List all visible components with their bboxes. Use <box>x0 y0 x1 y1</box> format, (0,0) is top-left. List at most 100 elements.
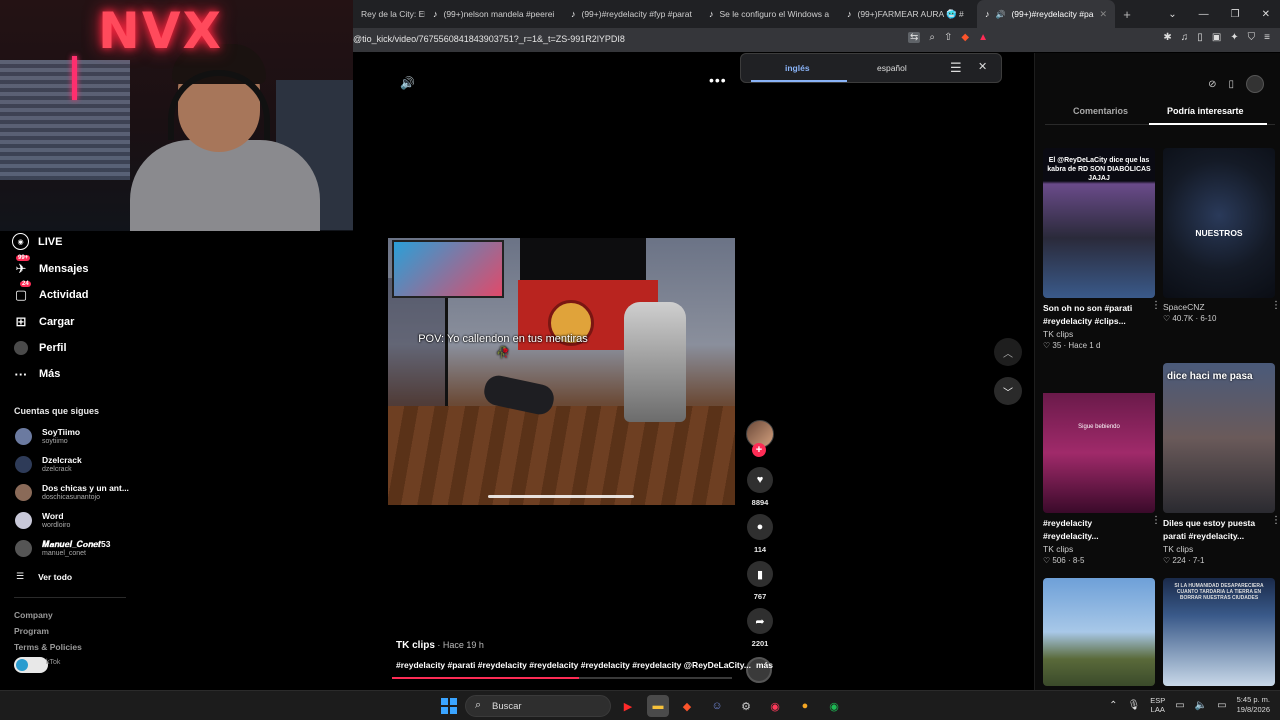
tab-label: Se le configuro el Windows a <box>719 9 830 19</box>
share-button[interactable]: ➦ 2201 <box>746 608 774 648</box>
settings-gear-icon[interactable]: ⚙ <box>735 695 757 717</box>
music-icon[interactable]: ♫ <box>1181 32 1189 43</box>
sidebar-item-messages[interactable]: ✈ 99+ Mensajes <box>12 255 89 278</box>
recommended-card[interactable]: NUESTROS SpaceCNZ ♡ 40.7K · 6-10 ⋮ <box>1163 148 1280 323</box>
like-button[interactable]: ♥ 8894 <box>746 467 774 507</box>
following-username: dzelcrack <box>42 466 72 473</box>
record-app-icon[interactable]: ◉ <box>764 695 786 717</box>
extensions-icon[interactable]: ✱ <box>1163 32 1171 43</box>
language-indicator[interactable]: ESP LAA <box>1150 696 1165 714</box>
rewards-icon[interactable]: ▲ <box>978 32 988 43</box>
vpn-icon[interactable]: ⛉ <box>1248 32 1256 43</box>
timeline-progress <box>392 677 579 679</box>
following-item[interactable]: SoyTiimo soytiimo <box>15 427 80 446</box>
battery-icon[interactable]: ▭ <box>1217 700 1226 711</box>
see-all-link[interactable]: ☰ Ver todo <box>16 571 72 582</box>
footer-link-company[interactable]: Company <box>14 610 53 620</box>
follow-plus-button[interactable]: + <box>752 443 766 457</box>
recommended-card[interactable]: Sigue bebiendo #reydelacity #reydelacity… <box>1043 363 1161 565</box>
card-more-icon[interactable]: ⋮ <box>1151 300 1161 311</box>
volume-tray-icon[interactable]: 🔈 <box>1195 700 1207 711</box>
user-avatar[interactable] <box>1246 75 1264 93</box>
url-input[interactable]: @tio_kick/video/7675560841843903751?_r=1… <box>353 34 625 44</box>
sidebar-item-live[interactable]: ◉ LIVE <box>12 233 62 250</box>
save-button[interactable]: ▮ 767 <box>746 561 774 601</box>
footer-link-program[interactable]: Program <box>14 626 49 636</box>
recommended-card[interactable]: El @ReyDeLaCity dice que las kabra de RD… <box>1043 148 1161 350</box>
youtube-app-icon[interactable]: ▶ <box>617 695 639 717</box>
following-item[interactable]: Dos chicas y un ant... doschicasunantojo <box>15 483 129 502</box>
translate-close-icon[interactable]: ✕ <box>978 60 987 73</box>
new-tab-button[interactable]: + <box>1115 7 1139 22</box>
share-icon[interactable]: ⇧ <box>944 32 952 43</box>
sidebar-item-activity[interactable]: ▢ 24 Actividad <box>12 281 89 304</box>
brave-shield-icon[interactable]: ◆ <box>961 32 969 43</box>
network-icon[interactable]: ▭ <box>1175 700 1184 711</box>
video-player[interactable]: POV: Yo callendon en tus mentiras 🥀 <box>388 238 735 505</box>
sidebar-item-profile[interactable]: Perfil <box>12 339 67 357</box>
browser-tab[interactable]: ♪ (99+)nelson mandela #peerei <box>425 0 563 28</box>
post-time: · Hace 19 h <box>434 640 484 650</box>
browser-tab[interactable]: Rey de la City: El <box>353 0 425 28</box>
following-item[interactable]: 𝑴𝒂𝒏𝒖𝒆𝒍_𝑪𝒐𝒏𝒆𝒕53 manuel_conet <box>15 539 110 558</box>
activity-badge: 24 <box>20 281 31 287</box>
recommended-card[interactable]: dice haci me pasa Diles que estoy puesta… <box>1163 363 1280 565</box>
following-item[interactable]: Word wordloiro <box>15 511 70 530</box>
translate-from-tab[interactable]: inglés <box>785 63 810 73</box>
following-item[interactable]: Dzelcrack dzelcrack <box>15 455 82 474</box>
browser-tabbar: Rey de la City: El ♪ (99+)nelson mandela … <box>353 0 1280 28</box>
compass-icon[interactable]: ⊘ <box>1208 79 1216 90</box>
translate-menu-icon[interactable]: ☰ <box>950 60 962 76</box>
ai-icon[interactable]: ✦ <box>1230 32 1238 43</box>
sidebar-item-upload[interactable]: ⊞ Cargar <box>12 313 75 331</box>
sidebar-icon[interactable]: ▯ <box>1197 32 1203 43</box>
volume-icon[interactable]: 🔊 <box>400 76 415 90</box>
video-scrubber[interactable] <box>488 495 634 498</box>
spotify-app-icon[interactable]: ◉ <box>823 695 845 717</box>
file-explorer-icon[interactable]: ▬ <box>647 695 669 717</box>
card-title: Diles que estoy puesta parati #reydelaci… <box>1163 518 1256 541</box>
recommended-card[interactable]: SI LA HUMANIDAD DESAPARECIERA CUANTO TAR… <box>1163 578 1275 686</box>
translate-icon[interactable]: ⇆ <box>908 32 921 43</box>
browser-tab[interactable]: ♪ (99+)FARMEAR AURA 🥶 # <box>839 0 977 28</box>
card-more-icon[interactable]: ⋮ <box>1271 300 1280 311</box>
tab-list-icon[interactable]: ⌄ <box>1168 9 1176 20</box>
toggle-label: kTok <box>46 659 61 666</box>
menu-icon[interactable]: ≡ <box>1264 32 1270 43</box>
tab-recommended[interactable]: Podría interesarte <box>1167 106 1244 116</box>
previous-video-button[interactable]: ︿ <box>994 338 1022 366</box>
windows-start-icon[interactable] <box>441 698 457 714</box>
microphone-icon[interactable]: 🎙 <box>1128 700 1141 711</box>
wallet-icon[interactable]: ▣ <box>1212 32 1221 43</box>
translate-to-tab[interactable]: español <box>877 63 907 73</box>
card-more-icon[interactable]: ⋮ <box>1271 515 1280 526</box>
description-more-link[interactable]: más <box>756 660 773 670</box>
discord-app-icon[interactable]: ☺ <box>706 695 728 717</box>
zoom-icon[interactable]: ⌕ <box>929 32 935 43</box>
browser-tab-active[interactable]: ♪ 🔊 (99+)#reydelacity #pa ✕ <box>977 0 1115 28</box>
theme-toggle[interactable] <box>14 657 48 673</box>
following-username: manuel_conet <box>42 550 86 557</box>
video-author[interactable]: TK clips · Hace 19 h <box>396 640 484 651</box>
video-timeline[interactable] <box>392 677 732 679</box>
taskbar-search[interactable]: ⌕ Buscar <box>465 695 611 717</box>
video-more-icon[interactable]: ••• <box>709 72 727 88</box>
browser-tab[interactable]: ♪ (99+)#reydelacity #fyp #parat <box>563 0 701 28</box>
maximize-icon[interactable]: ❐ <box>1231 9 1240 20</box>
card-more-icon[interactable]: ⋮ <box>1151 515 1161 526</box>
phone-icon[interactable]: ▯ <box>1228 79 1234 90</box>
tab-comments[interactable]: Comentarios <box>1073 106 1128 116</box>
system-clock[interactable]: 5:45 p. m. 19/8/2026 <box>1237 695 1270 715</box>
browser-tab[interactable]: ♪ Se le configuro el Windows a <box>701 0 839 28</box>
comment-button[interactable]: ● 114 <box>746 514 774 554</box>
next-video-button[interactable]: ﹀ <box>994 377 1022 405</box>
footer-link-terms[interactable]: Terms & Policies <box>14 642 82 652</box>
recommended-card[interactable] <box>1043 578 1155 686</box>
close-window-icon[interactable]: ✕ <box>1262 9 1270 20</box>
chevron-up-icon[interactable]: ⌃ <box>1109 700 1117 711</box>
minimize-icon[interactable]: — <box>1199 9 1209 20</box>
chat-app-icon[interactable]: ● <box>794 695 816 717</box>
sidebar-item-more[interactable]: ··· Más <box>12 365 61 383</box>
brave-browser-icon[interactable]: ◆ <box>676 695 698 717</box>
close-tab-icon[interactable]: ✕ <box>1099 9 1107 20</box>
